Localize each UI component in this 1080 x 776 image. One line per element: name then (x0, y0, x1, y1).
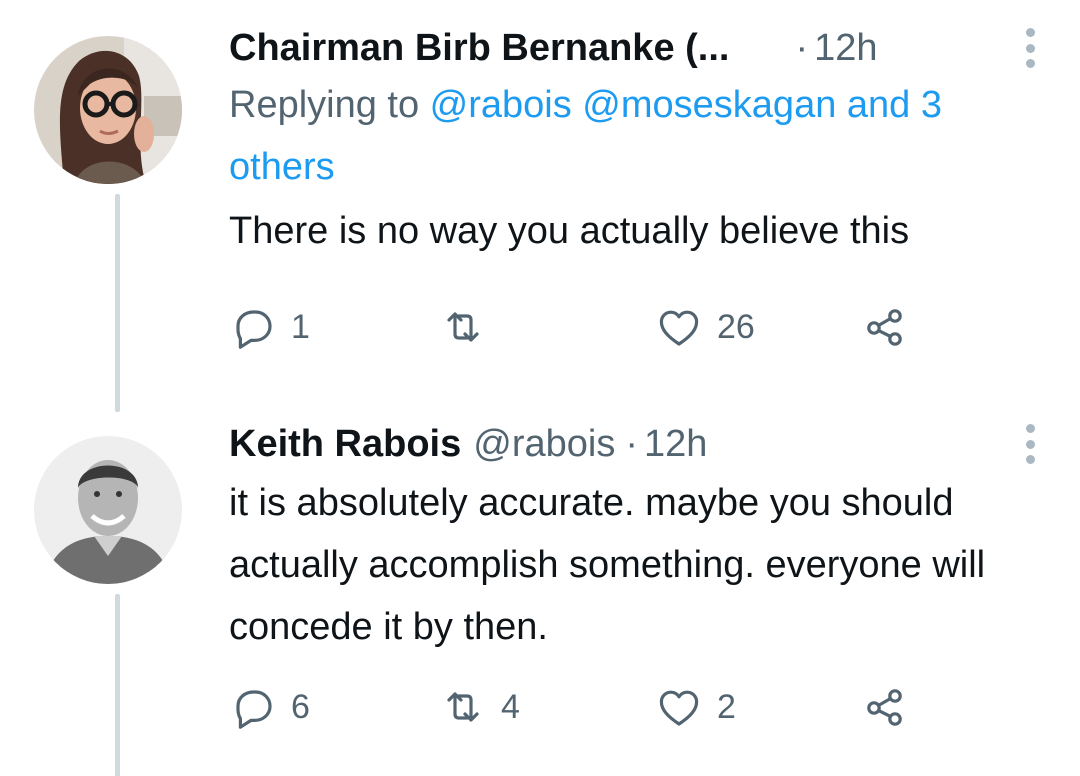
retweet-arrows-icon (447, 312, 479, 342)
speech-bubble-icon (236, 690, 272, 729)
reply-count: 6 (291, 687, 310, 726)
meta-separator: · (625, 422, 638, 465)
avatar-photo (34, 36, 182, 184)
timestamp[interactable]: 12h (644, 423, 707, 466)
replying-prefix: Replying to (229, 84, 430, 126)
share-button[interactable] (861, 682, 909, 732)
heart-icon (659, 690, 699, 726)
vertical-ellipsis-icon[interactable] (1020, 424, 1040, 464)
reply-button[interactable]: 1 (229, 302, 310, 352)
thread-line (115, 594, 120, 776)
avatar-photo (34, 436, 182, 584)
like-button[interactable]: 26 (655, 302, 755, 352)
retweet-arrows-icon (447, 692, 479, 722)
heart-icon (659, 310, 699, 346)
share-icon (867, 689, 902, 726)
tweet-text: it is absolutely accurate. maybe you sho… (229, 482, 986, 648)
reply-count: 1 (291, 307, 310, 346)
tweet-header: Chairman Birb Bernanke (... · 12h (229, 22, 1040, 74)
author-name[interactable]: Chairman Birb Bernanke (... (229, 27, 729, 70)
avatar[interactable] (34, 36, 182, 184)
share-button[interactable] (861, 302, 909, 352)
thread-line (115, 194, 120, 412)
tweet[interactable]: Chairman Birb Bernanke (... · 12h Replyi… (0, 0, 1080, 412)
tweet-header: Keith Rabois @rabois · 12h (229, 418, 1040, 470)
action-bar: 1 26 (229, 302, 949, 352)
tweet-text: There is no way you actually believe thi… (229, 210, 910, 252)
share-icon (867, 309, 902, 346)
avatar[interactable] (34, 436, 182, 584)
tweet-content: Chairman Birb Bernanke (... · 12h Replyi… (229, 22, 1040, 262)
reply-button[interactable]: 6 (229, 682, 310, 732)
replying-to: Replying to @rabois @moseskagan and 3 ot… (229, 74, 1040, 198)
tweet[interactable]: Keith Rabois @rabois · 12h it is absolut… (0, 400, 1080, 776)
tweet-content: Keith Rabois @rabois · 12h it is absolut… (229, 418, 1040, 658)
retweet-button[interactable] (439, 302, 501, 352)
retweet-count: 4 (501, 687, 520, 726)
like-count: 2 (717, 687, 736, 726)
retweet-button[interactable]: 4 (439, 682, 520, 732)
like-button[interactable]: 2 (655, 682, 736, 732)
vertical-ellipsis-icon[interactable] (1020, 28, 1040, 68)
meta-separator: · (795, 26, 809, 69)
author-handle[interactable]: @rabois (473, 423, 615, 466)
author-name[interactable]: Keith Rabois (229, 423, 461, 466)
like-count: 26 (717, 307, 755, 346)
speech-bubble-icon (236, 310, 272, 349)
action-bar: 6 4 2 (229, 682, 949, 732)
timestamp[interactable]: 12h (814, 27, 877, 70)
